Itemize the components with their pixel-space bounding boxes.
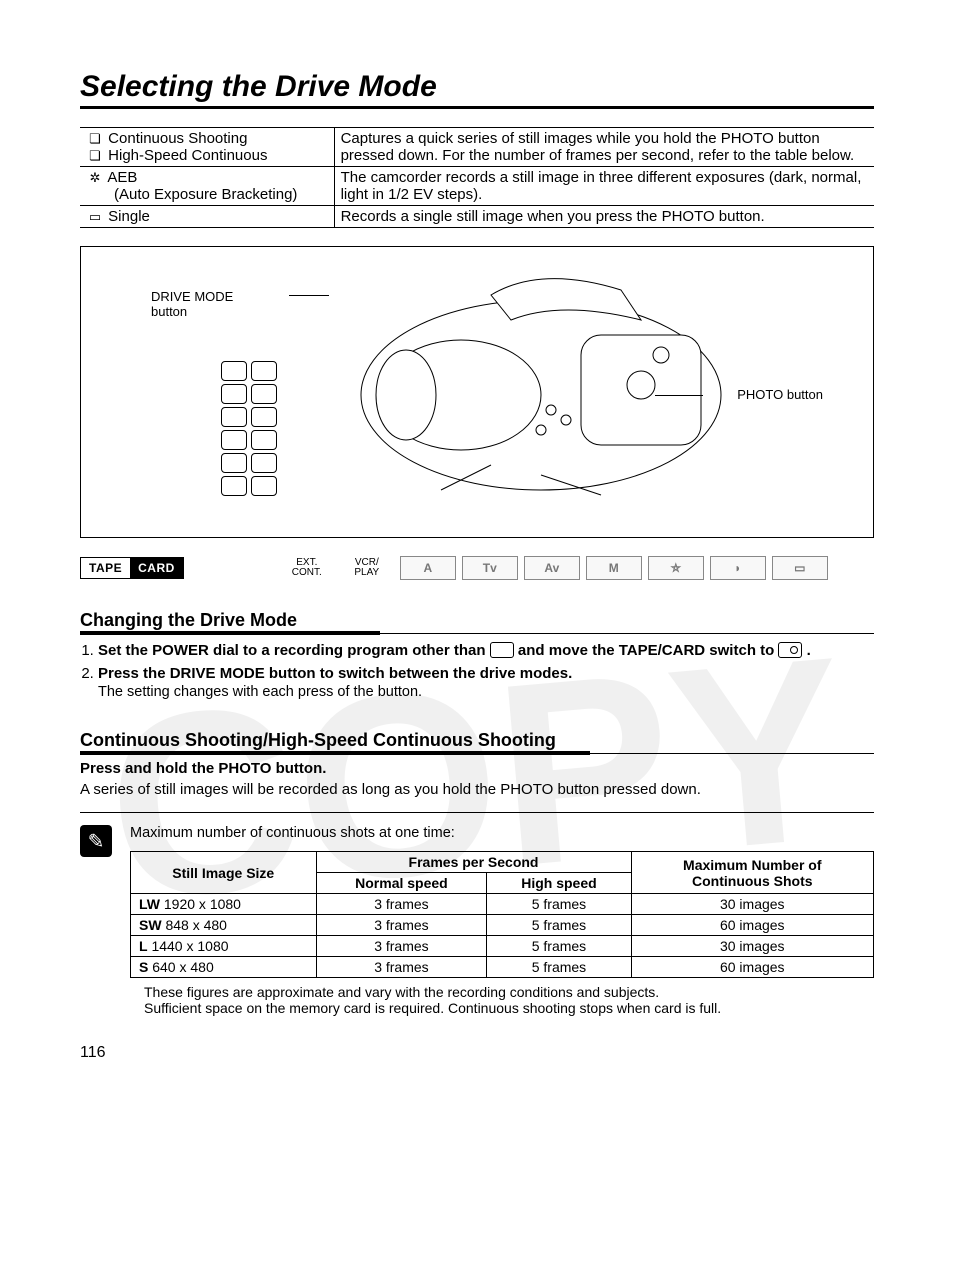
mode-label: Continuous Shooting [108, 130, 247, 147]
changing-drive-mode-heading: Changing the Drive Mode [80, 610, 874, 634]
page-title: Selecting the Drive Mode [80, 70, 874, 109]
continuous-body: A series of still images will be recorde… [80, 781, 874, 798]
col-size: Still Image Size [131, 852, 317, 894]
camera-diagram: DRIVE MODE button [80, 246, 874, 538]
single-icon: ▭ [86, 209, 104, 225]
card-label-active: CARD [130, 558, 183, 578]
drive-modes-table: ❏ Continuous Shooting ❏ High-Speed Conti… [80, 127, 874, 228]
empty-program-icon [490, 642, 514, 658]
table-row: SW 848 x 480 3 frames 5 frames 60 images [131, 915, 874, 936]
mode-scn-icon: ◗ [710, 556, 766, 580]
drive-mode-label2: button [151, 304, 187, 319]
footnote-1: These figures are approximate and vary w… [144, 984, 874, 1000]
step-1: Set the POWER dial to a recording progra… [98, 642, 874, 659]
table-row: L 1440 x 1080 3 frames 5 frames 30 image… [131, 936, 874, 957]
mode-label: Single [108, 208, 150, 225]
vcr-play-label: VCR/PLAY [340, 557, 394, 579]
step2-sub: The setting changes with each press of t… [98, 684, 874, 700]
mode-tv: Tv [462, 556, 518, 580]
mode-m: M [586, 556, 642, 580]
step2-title: Press the DRIVE MODE button to switch be… [98, 665, 572, 682]
footnote-2: Sufficient space on the memory card is r… [144, 1000, 874, 1016]
aeb-icon: ✲ [86, 170, 104, 186]
mode-night-icon: ⛤ [648, 556, 704, 580]
note-icon: ✎ [80, 825, 112, 857]
mode-a: A [400, 556, 456, 580]
step1-end: . [807, 642, 811, 659]
tape-label: TAPE [81, 558, 130, 578]
col-fps: Frames per Second [316, 852, 631, 873]
step1-pre: Set the POWER dial to a recording progra… [98, 642, 490, 659]
col-high: High speed [487, 873, 631, 894]
continuous-icon: ❏ [86, 131, 104, 147]
button-column-illustration [221, 361, 301, 499]
mode-label: High-Speed Continuous [108, 147, 267, 164]
leader-line [289, 295, 329, 296]
tape-card-switch: TAPE CARD [80, 557, 184, 579]
camcorder-illustration [341, 265, 741, 520]
page-number: 116 [80, 1044, 874, 1062]
card-icon [778, 642, 802, 658]
mode-label-sub: (Auto Exposure Bracketing) [86, 186, 328, 203]
step-2: Press the DRIVE MODE button to switch be… [98, 665, 874, 700]
photo-button-label: PHOTO button [737, 387, 823, 402]
mode-label: AEB [107, 169, 137, 186]
drive-mode-label: DRIVE MODE [151, 289, 233, 304]
step1-post: and move the TAPE/CARD switch to [518, 642, 779, 659]
table-row: S 640 x 480 3 frames 5 frames 60 images [131, 957, 874, 978]
mode-card-icon: ▭ [772, 556, 828, 580]
mode-desc: Captures a quick series of still images … [334, 128, 874, 167]
mode-desc: The camcorder records a still image in t… [334, 167, 874, 206]
fps-table: Still Image Size Frames per Second Maxim… [130, 851, 874, 978]
note-block: ✎ Maximum number of continuous shots at … [80, 812, 874, 1016]
mode-av: Av [524, 556, 580, 580]
press-hold-instruction: Press and hold the PHOTO button. [80, 760, 874, 777]
leader-line [655, 395, 703, 396]
note-intro: Maximum number of continuous shots at on… [130, 825, 874, 841]
table-row: LW 1920 x 1080 3 frames 5 frames 30 imag… [131, 894, 874, 915]
steps-list: Set the POWER dial to a recording progra… [80, 642, 874, 700]
continuous-shooting-heading: Continuous Shooting/High-Speed Continuou… [80, 730, 874, 754]
ext-cont-label: EXT.CONT. [280, 557, 334, 579]
mode-bar: TAPE CARD EXT.CONT. VCR/PLAY A Tv Av M ⛤… [80, 556, 874, 580]
col-normal: Normal speed [316, 873, 487, 894]
high-speed-icon: ❏ [86, 148, 104, 164]
col-max: Maximum Number ofContinuous Shots [631, 852, 873, 894]
mode-desc: Records a single still image when you pr… [334, 206, 874, 228]
